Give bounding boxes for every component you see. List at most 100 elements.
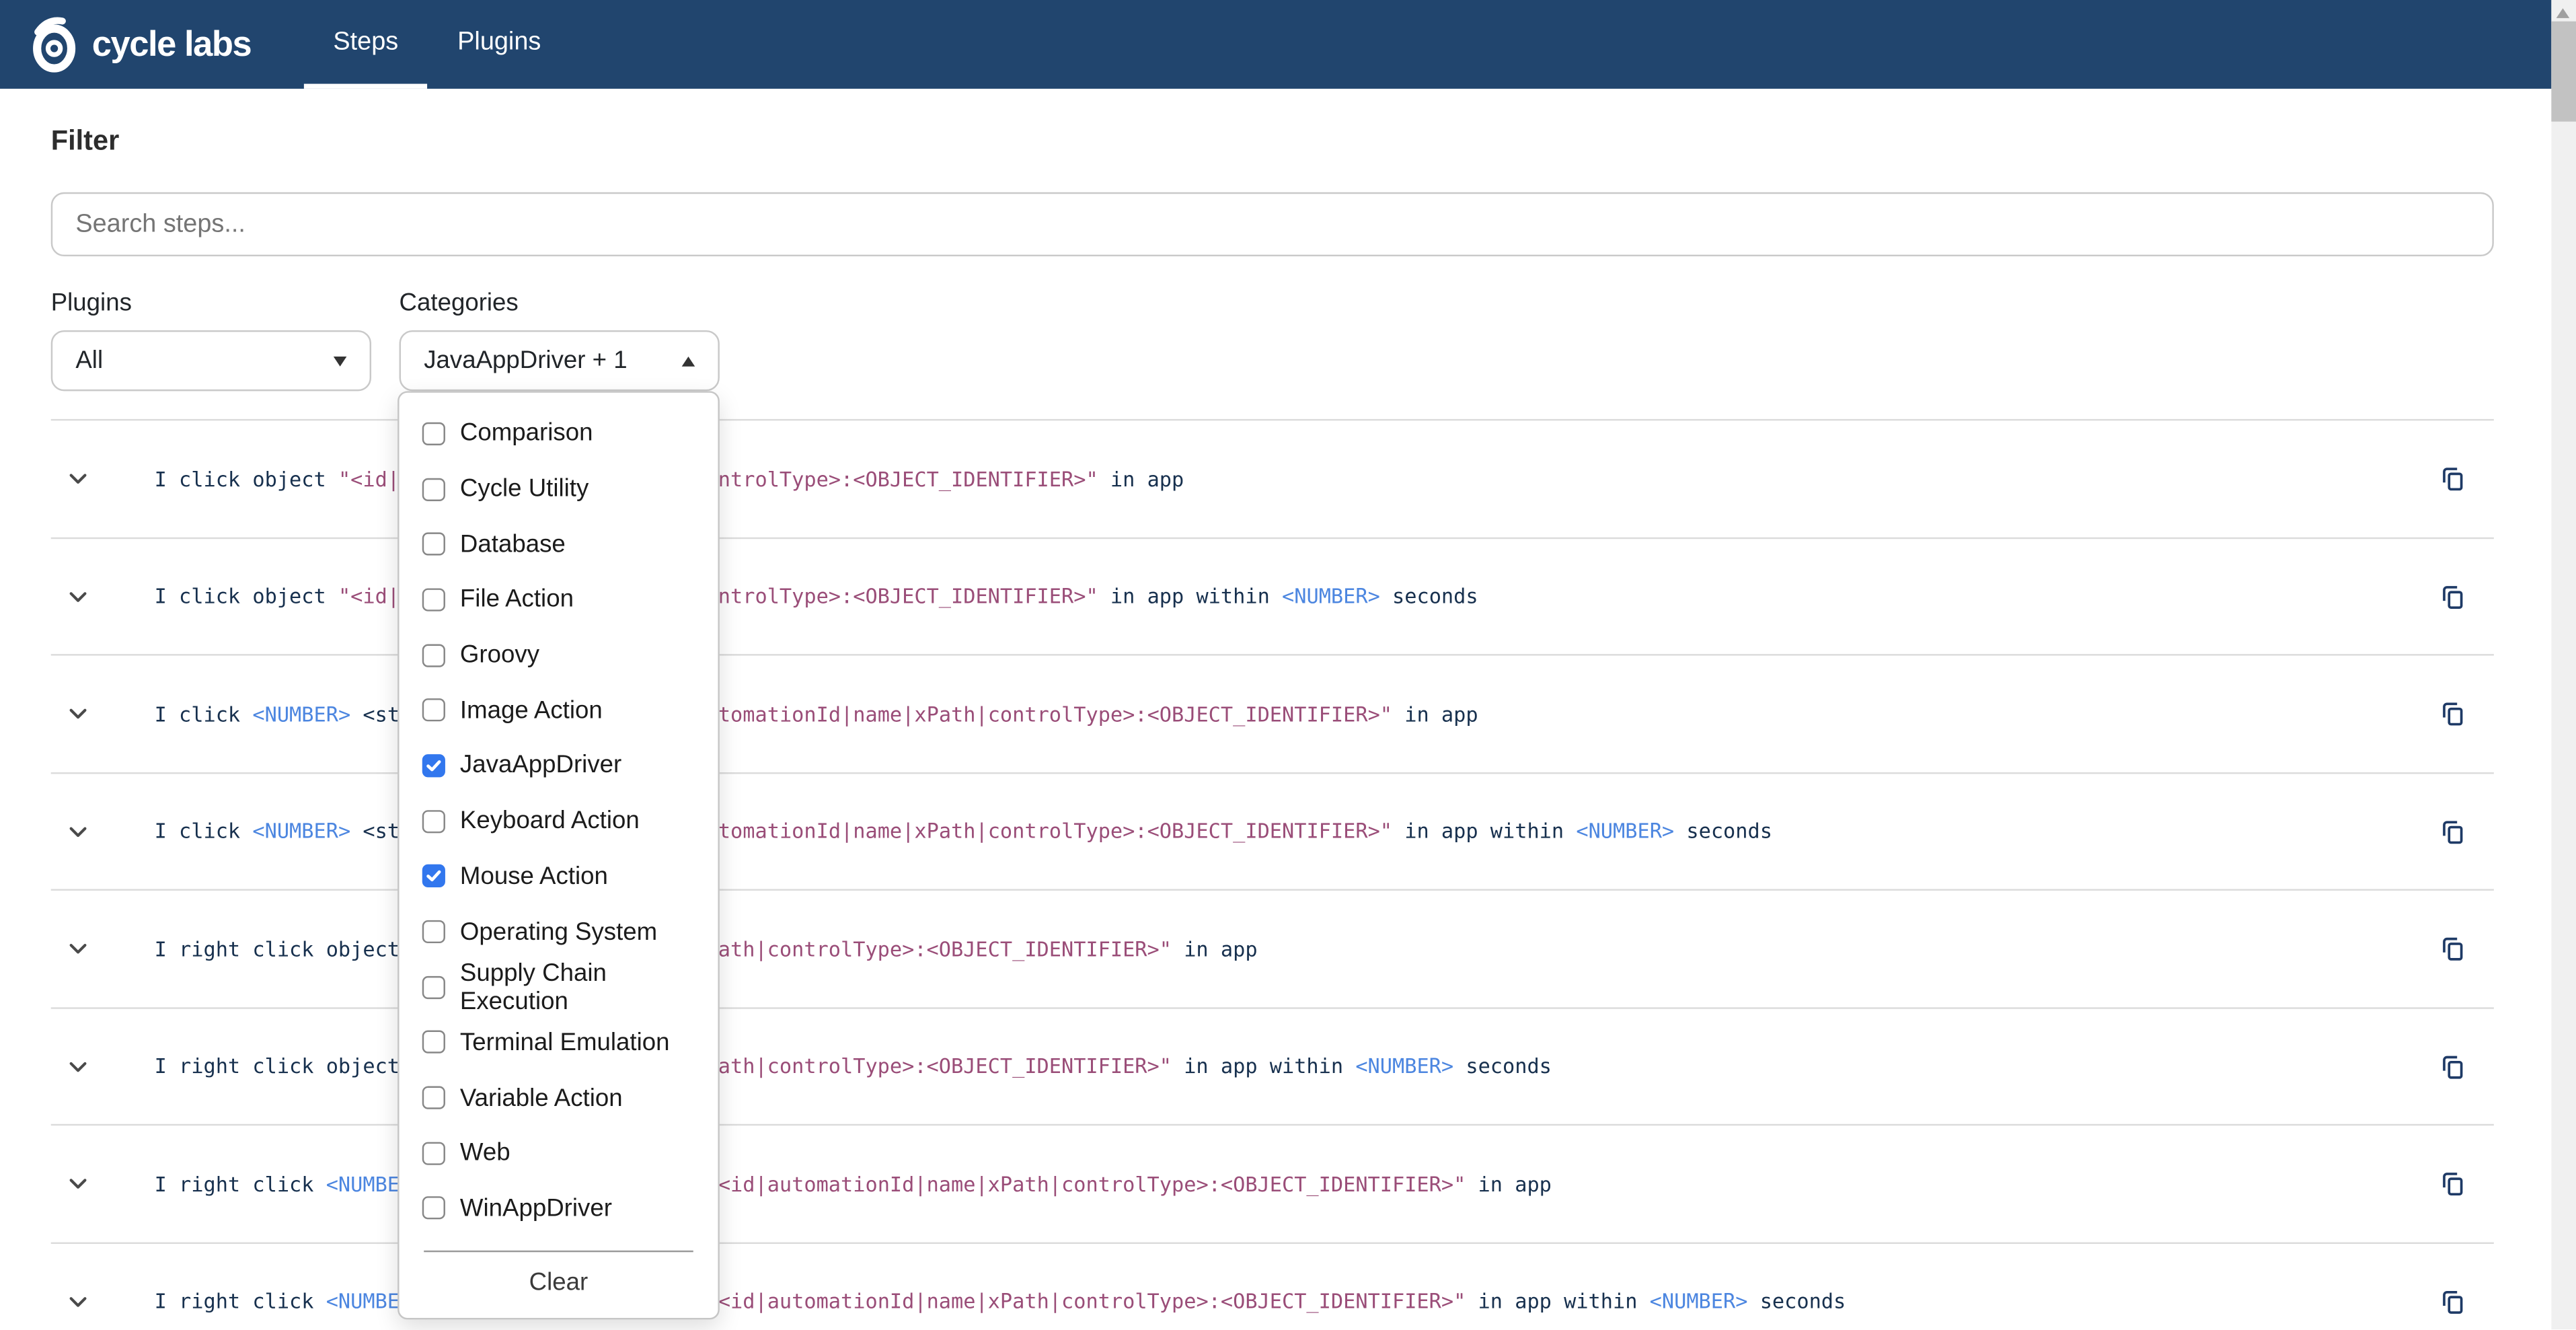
category-option-label: Cycle Utility	[460, 475, 589, 503]
category-option-label: Operating System	[460, 918, 657, 946]
chevron-down-icon	[64, 465, 92, 493]
categories-dropdown-menu: Comparison Cycle Utility Database File Acti…	[397, 391, 720, 1319]
cycle-labs-logo: cycle labs	[16, 0, 264, 89]
category-option-image-action[interactable]: Image Action	[400, 683, 718, 738]
categories-select[interactable]: JavaAppDriver + 1	[400, 330, 720, 391]
checkbox-unchecked[interactable]	[422, 975, 445, 998]
category-option-label: Terminal Emulation	[460, 1029, 670, 1057]
step-token-code: in app	[1466, 1171, 1552, 1196]
checkbox-unchecked[interactable]	[422, 1031, 445, 1054]
step-token-number: <NUMBER>	[1355, 1054, 1453, 1078]
step-token-code: in app within	[1172, 1054, 1355, 1078]
expand-step-button[interactable]	[61, 814, 95, 848]
checkbox-unchecked[interactable]	[422, 478, 445, 501]
category-option-keyboard-action[interactable]: Keyboard Action	[400, 793, 718, 848]
category-option-label: File Action	[460, 586, 574, 614]
step-token-string: "<id|automationId|name|xPath|controlType…	[706, 1289, 1466, 1314]
category-option-terminal-emulation[interactable]: Terminal Emulation	[400, 1014, 718, 1070]
expand-step-button[interactable]	[61, 931, 95, 965]
scrollbar-up-arrow-icon[interactable]	[2556, 8, 2570, 18]
category-option-variable-action[interactable]: Variable Action	[400, 1070, 718, 1125]
checkbox-unchecked[interactable]	[422, 422, 445, 445]
copy-step-button[interactable]	[2435, 1283, 2471, 1319]
checkbox-unchecked[interactable]	[422, 920, 445, 943]
filter-controls: Plugins All Categories JavaAppDriver + 1	[51, 289, 2494, 391]
step-token-code: in app within	[1392, 819, 1576, 844]
category-option-operating-system[interactable]: Operating System	[400, 904, 718, 959]
copy-step-button[interactable]	[2435, 1048, 2471, 1084]
step-token-code: I click	[155, 701, 253, 726]
vertical-scrollbar	[2551, 0, 2576, 1330]
checkbox-unchecked[interactable]	[422, 1086, 445, 1109]
category-option-database[interactable]: Database	[400, 517, 718, 572]
expand-step-button[interactable]	[61, 696, 95, 731]
chevron-down-icon	[64, 1052, 92, 1080]
copy-icon	[2438, 699, 2468, 729]
checkmark-icon	[426, 758, 442, 774]
expand-step-button[interactable]	[61, 461, 95, 496]
category-option-label: Supply Chain Execution	[460, 959, 695, 1015]
category-option-cycle-utility[interactable]: Cycle Utility	[400, 461, 718, 517]
copy-step-button[interactable]	[2435, 813, 2471, 849]
copy-step-button[interactable]	[2435, 1165, 2471, 1202]
step-token-code: in app	[1172, 936, 1258, 961]
checkbox-checked[interactable]	[422, 754, 445, 777]
copy-icon	[2438, 464, 2468, 493]
category-option-groovy[interactable]: Groovy	[400, 627, 718, 682]
copy-icon	[2438, 1286, 2468, 1316]
category-option-label: Database	[460, 530, 566, 558]
search-input[interactable]	[51, 192, 2494, 256]
checkbox-unchecked[interactable]	[422, 1142, 445, 1165]
cycle-labs-logo-icon	[30, 15, 79, 74]
copy-step-button[interactable]	[2435, 461, 2471, 497]
chevron-down-icon	[64, 1170, 92, 1198]
nav-tabs: StepsPlugins	[303, 0, 570, 89]
step-token-code: I right click	[155, 1289, 326, 1314]
checkbox-unchecked[interactable]	[422, 533, 445, 556]
category-option-label: Keyboard Action	[460, 807, 640, 836]
copy-step-button[interactable]	[2435, 578, 2471, 614]
checkbox-unchecked[interactable]	[422, 809, 445, 832]
category-option-mouse-action[interactable]: Mouse Action	[400, 849, 718, 904]
app-window: cycle labs StepsPlugins Filter Plugins A…	[0, 0, 2576, 1330]
copy-icon	[2438, 934, 2468, 963]
category-option-label: Variable Action	[460, 1084, 623, 1112]
plugins-select-value: All	[75, 346, 103, 375]
expand-step-button[interactable]	[61, 1167, 95, 1201]
step-token-number: <NUMBER>	[1282, 584, 1380, 609]
category-option-winappdriver[interactable]: WinAppDriver	[400, 1181, 718, 1236]
step-token-number: <NUMBER>	[252, 701, 350, 726]
step-token-number: <NUMBER>	[252, 819, 350, 844]
step-token-number: <NUMBER>	[1576, 819, 1674, 844]
category-option-file-action[interactable]: File Action	[400, 572, 718, 627]
category-option-javaappdriver[interactable]: JavaAppDriver	[400, 738, 718, 793]
chevron-down-icon	[64, 700, 92, 728]
checkbox-unchecked[interactable]	[422, 644, 445, 667]
chevron-down-icon	[64, 582, 92, 610]
checkbox-checked[interactable]	[422, 865, 445, 888]
checkbox-unchecked[interactable]	[422, 1197, 445, 1220]
tab-plugins[interactable]: Plugins	[428, 0, 570, 89]
step-token-code: in app	[1098, 466, 1184, 491]
main-content: Filter Plugins All Categories JavaAppDri…	[0, 125, 2576, 1330]
plugins-select[interactable]: All	[51, 330, 371, 391]
copy-step-button[interactable]	[2435, 696, 2471, 732]
step-token-code: seconds	[1747, 1289, 1846, 1314]
expand-step-button[interactable]	[61, 579, 95, 613]
category-option-comparison[interactable]: Comparison	[400, 406, 718, 461]
checkbox-unchecked[interactable]	[422, 588, 445, 611]
category-option-web[interactable]: Web	[400, 1125, 718, 1181]
category-option-supply-chain-execution[interactable]: Supply Chain Execution	[400, 959, 718, 1014]
tab-steps[interactable]: Steps	[303, 0, 428, 89]
categories-field: Categories JavaAppDriver + 1	[400, 289, 720, 391]
top-navbar: cycle labs StepsPlugins	[0, 0, 2551, 89]
clear-button[interactable]: Clear	[400, 1253, 718, 1313]
expand-step-button[interactable]	[61, 1284, 95, 1318]
step-token-code: I click object	[155, 584, 338, 609]
checkbox-unchecked[interactable]	[422, 699, 445, 722]
step-token-code: I click	[155, 819, 253, 844]
scrollbar-thumb[interactable]	[2551, 22, 2576, 122]
caret-down-icon	[334, 356, 347, 366]
copy-step-button[interactable]	[2435, 930, 2471, 967]
expand-step-button[interactable]	[61, 1049, 95, 1083]
